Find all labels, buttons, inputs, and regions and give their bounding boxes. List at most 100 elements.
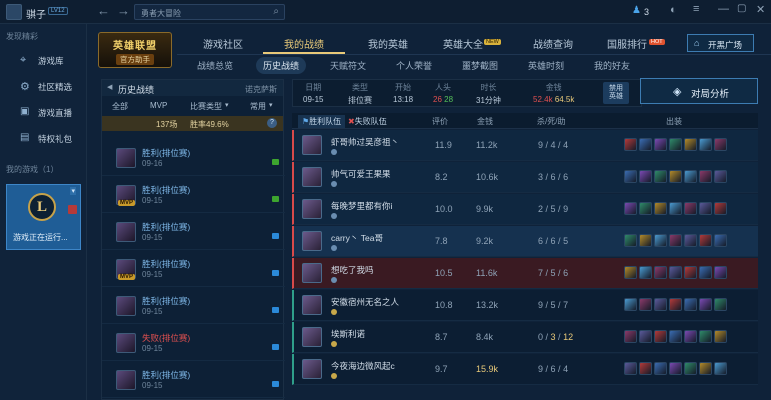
team-win-tab[interactable]: ⚑胜利队伍 bbox=[298, 115, 346, 128]
user-avatar[interactable] bbox=[6, 4, 22, 20]
player-name[interactable]: 帅气可爱王果果 bbox=[331, 168, 391, 180]
item-icon[interactable] bbox=[654, 202, 667, 215]
item-icon[interactable] bbox=[639, 138, 652, 151]
tab-my-heroes[interactable]: 我的英雄 bbox=[368, 36, 408, 51]
item-icon[interactable] bbox=[699, 234, 712, 247]
item-icon[interactable] bbox=[669, 202, 682, 215]
item-icon[interactable] bbox=[654, 298, 667, 311]
item-icon[interactable] bbox=[669, 234, 682, 247]
player-avatar[interactable] bbox=[302, 231, 322, 251]
item-icon[interactable] bbox=[639, 298, 652, 311]
item-icon[interactable] bbox=[624, 362, 637, 375]
player-avatar[interactable] bbox=[302, 135, 322, 155]
player-row[interactable]: 埃斯利诺 8.7 8.4k 0 / 3 / 12 bbox=[292, 322, 758, 353]
match-analysis-button[interactable]: ◈ 对局分析 bbox=[640, 78, 758, 104]
item-icon[interactable] bbox=[699, 298, 712, 311]
player-row[interactable]: 想吃了我吗 10.5 11.6k 7 / 5 / 6 bbox=[292, 258, 758, 289]
item-icon[interactable] bbox=[669, 170, 682, 183]
item-icon[interactable] bbox=[714, 234, 727, 247]
player-name[interactable]: 想吃了我吗 bbox=[331, 264, 374, 276]
item-icon[interactable] bbox=[669, 362, 682, 375]
item-icon[interactable] bbox=[714, 330, 727, 343]
dropdown-icon[interactable]: ▾ bbox=[70, 187, 76, 195]
sidebar-item-community[interactable]: ⚙ 社区精选 bbox=[0, 76, 86, 98]
player-name[interactable]: 今夜海边微风起c bbox=[331, 360, 395, 372]
match-row[interactable]: MVP 胜利(排位赛) 09-15 bbox=[102, 251, 285, 287]
player-name[interactable]: 安徽宿州无名之人 bbox=[331, 296, 399, 308]
maximize-icon[interactable]: ▢ bbox=[737, 3, 746, 14]
minimize-icon[interactable]: — bbox=[718, 3, 729, 15]
item-icon[interactable] bbox=[699, 266, 712, 279]
item-icon[interactable] bbox=[624, 298, 637, 311]
item-icon[interactable] bbox=[624, 266, 637, 279]
item-icon[interactable] bbox=[699, 330, 712, 343]
item-icon[interactable] bbox=[684, 362, 697, 375]
search-box[interactable]: 勇者大冒险 ⌕ bbox=[134, 4, 285, 20]
item-icon[interactable] bbox=[699, 170, 712, 183]
player-avatar[interactable] bbox=[302, 263, 322, 283]
player-row[interactable]: 今夜海边微风起c 9.7 15.9k 9 / 6 / 4 bbox=[292, 354, 758, 385]
player-avatar[interactable] bbox=[302, 295, 322, 315]
item-icon[interactable] bbox=[714, 138, 727, 151]
item-icon[interactable] bbox=[684, 330, 697, 343]
item-icon[interactable] bbox=[654, 170, 667, 183]
tab-my-record[interactable]: 我的战绩 bbox=[284, 36, 324, 51]
item-icon[interactable] bbox=[639, 170, 652, 183]
close-icon[interactable]: ✕ bbox=[756, 3, 765, 16]
menu-icon[interactable]: ≡ bbox=[693, 3, 699, 15]
item-icon[interactable] bbox=[654, 234, 667, 247]
match-row[interactable]: 失败(排位赛) 09-15 bbox=[102, 325, 285, 361]
team-lose-tab[interactable]: ✖失败队伍 bbox=[348, 116, 387, 127]
item-icon[interactable] bbox=[654, 330, 667, 343]
back-icon[interactable]: ← bbox=[97, 3, 110, 18]
chevron-down-icon[interactable]: ▾ bbox=[269, 101, 273, 109]
player-name[interactable]: carry丶 Tea哥 bbox=[331, 232, 383, 244]
match-row[interactable]: 胜利(排位赛) 09-16 bbox=[102, 140, 285, 176]
item-icon[interactable] bbox=[624, 234, 637, 247]
item-icon[interactable] bbox=[669, 330, 682, 343]
item-icon[interactable] bbox=[669, 298, 682, 311]
close-game-icon[interactable] bbox=[68, 205, 77, 214]
item-icon[interactable] bbox=[714, 266, 727, 279]
item-icon[interactable] bbox=[624, 170, 637, 183]
tab-all-heroes[interactable]: 英雄大全 bbox=[443, 36, 483, 51]
match-row[interactable]: 胜利(排位赛) 09-15 bbox=[102, 362, 285, 398]
sidebar-item-live[interactable]: ▣ 游戏直播 bbox=[0, 102, 86, 124]
player-avatar[interactable] bbox=[302, 167, 322, 187]
subtab-overview[interactable]: 战绩总览 bbox=[190, 57, 240, 74]
item-icon[interactable] bbox=[684, 266, 697, 279]
game-card-lol[interactable]: L ▾ 游戏正在运行... bbox=[6, 184, 81, 250]
item-icon[interactable] bbox=[639, 266, 652, 279]
filter-mvp[interactable]: MVP bbox=[150, 101, 167, 110]
item-icon[interactable] bbox=[624, 138, 637, 151]
notification-icon[interactable]: ♟ bbox=[632, 5, 641, 16]
tab-community[interactable]: 游戏社区 bbox=[203, 36, 243, 51]
player-avatar[interactable] bbox=[302, 327, 322, 347]
subtab-history[interactable]: 历史战绩 bbox=[256, 57, 307, 74]
filter-all[interactable]: 全部 bbox=[112, 101, 128, 112]
item-icon[interactable] bbox=[669, 266, 682, 279]
player-row[interactable]: 虾哥帅过吴彦祖丶 11.9 11.2k 9 / 4 / 4 bbox=[292, 130, 758, 161]
item-icon[interactable] bbox=[639, 234, 652, 247]
item-icon[interactable] bbox=[669, 138, 682, 151]
item-icon[interactable] bbox=[684, 298, 697, 311]
item-icon[interactable] bbox=[699, 202, 712, 215]
subtab-moments[interactable]: 英雄时刻 bbox=[521, 57, 571, 74]
player-row[interactable]: 帅气可爱王果果 8.2 10.6k 3 / 6 / 6 bbox=[292, 162, 758, 193]
item-icon[interactable] bbox=[684, 234, 697, 247]
sidebar-item-gift[interactable]: ▤ 特权礼包 bbox=[0, 128, 86, 150]
item-icon[interactable] bbox=[639, 330, 652, 343]
player-avatar[interactable] bbox=[302, 199, 322, 219]
item-icon[interactable] bbox=[639, 202, 652, 215]
item-icon[interactable] bbox=[624, 330, 637, 343]
filter-match-type[interactable]: 比赛类型 bbox=[190, 101, 222, 112]
match-row[interactable]: 胜利(排位赛) 09-15 bbox=[102, 288, 285, 324]
player-row[interactable]: carry丶 Tea哥 7.8 9.2k 6 / 6 / 5 bbox=[292, 226, 758, 257]
match-row[interactable]: MVP 胜利(排位赛) 09-15 bbox=[102, 177, 285, 213]
open-plaza-button[interactable]: ⌂ 开黑广场 bbox=[687, 34, 754, 52]
subtab-screenshots[interactable]: 噩梦截图 bbox=[455, 57, 505, 74]
forward-icon[interactable]: → bbox=[117, 3, 130, 18]
item-icon[interactable] bbox=[714, 362, 727, 375]
player-row[interactable]: 每晚梦里都有你i 10.0 9.9k 2 / 5 / 9 bbox=[292, 194, 758, 225]
player-name[interactable]: 每晚梦里都有你i bbox=[331, 200, 392, 212]
